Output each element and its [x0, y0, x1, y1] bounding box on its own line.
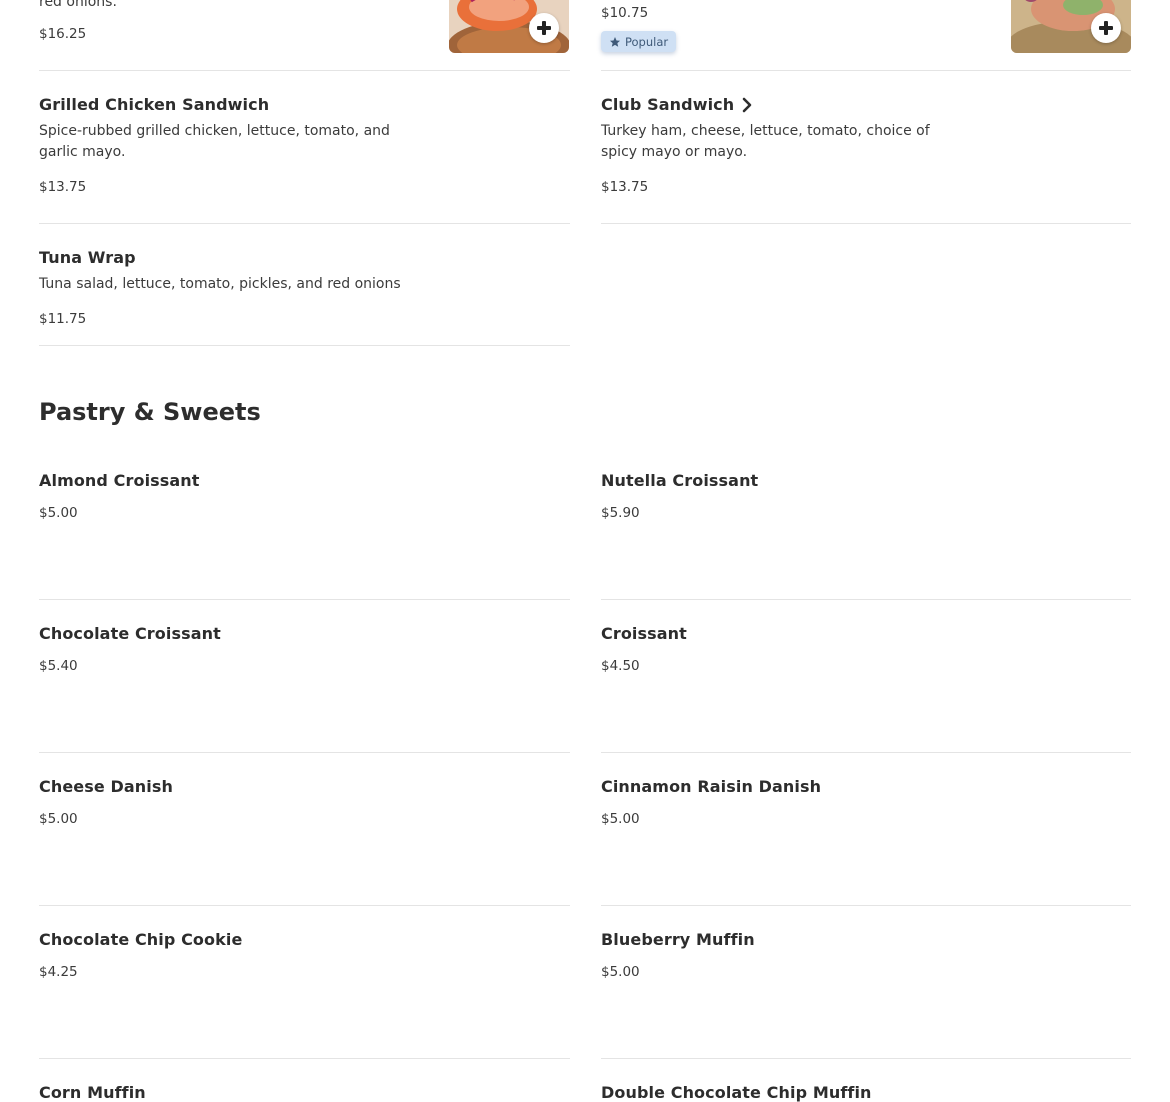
- menu-item-price: $5.90: [601, 505, 640, 521]
- menu-item[interactable]: Cheese Danish $5.00: [39, 753, 570, 906]
- menu-item-name: Grilled Chicken Sandwich: [39, 95, 270, 114]
- menu-item-price: $5.00: [601, 811, 640, 827]
- menu-item[interactable]: Double Chocolate Chip Muffin: [601, 1059, 1131, 1102]
- menu-item-name-row: Club Sandwich: [601, 95, 752, 114]
- menu-item-name: Double Chocolate Chip Muffin: [601, 1083, 872, 1102]
- plus-icon: [537, 21, 551, 35]
- menu-item-name: Chocolate Chip Cookie: [39, 930, 243, 949]
- menu-item-description: red onions.: [39, 0, 117, 10]
- menu-item[interactable]: Chocolate Croissant $5.40: [39, 600, 570, 753]
- menu-item[interactable]: Corn Muffin: [39, 1059, 570, 1102]
- add-to-cart-button[interactable]: [1091, 13, 1121, 43]
- menu-item[interactable]: Cinnamon Raisin Danish $5.00: [601, 753, 1131, 906]
- menu-item[interactable]: Chocolate Chip Cookie $4.25: [39, 906, 570, 1059]
- divider: [601, 223, 1131, 224]
- menu-item-price: $13.75: [39, 179, 87, 195]
- menu-item-price: $4.25: [39, 964, 78, 980]
- menu-item-price: $5.00: [39, 505, 78, 521]
- menu-item[interactable]: Club Sandwich Turkey ham, cheese, lettuc…: [601, 71, 1131, 224]
- menu-item[interactable]: Grilled Chicken Sandwich Spice-rubbed gr…: [39, 71, 570, 224]
- menu-item-price: $10.75: [601, 5, 649, 21]
- menu-item-price: $16.25: [39, 26, 87, 42]
- menu-item-name: Nutella Croissant: [601, 471, 759, 490]
- menu-item-name: Chocolate Croissant: [39, 624, 221, 643]
- popular-badge-label: Popular: [625, 34, 669, 49]
- menu-item-name: Club Sandwich: [601, 95, 735, 114]
- menu-item-name: Croissant: [601, 624, 687, 643]
- menu-item[interactable]: Blueberry Muffin $5.00: [601, 906, 1131, 1059]
- menu-item-name: Corn Muffin: [39, 1083, 146, 1102]
- menu-item-partial-left[interactable]: red onions. $16.25: [39, 0, 570, 71]
- menu-item-name: Cinnamon Raisin Danish: [601, 777, 822, 796]
- popular-badge: Popular: [601, 31, 677, 52]
- menu-item-price: $5.40: [39, 658, 78, 674]
- chevron-right-icon: [742, 97, 752, 112]
- star-icon: [610, 36, 620, 47]
- section-title: Pastry & Sweets: [39, 398, 261, 426]
- menu-item-name: Cheese Danish: [39, 777, 173, 796]
- divider: [39, 345, 570, 346]
- plus-icon: [1099, 21, 1113, 35]
- menu-item-description: Tuna salad, lettuce, tomato, pickles, an…: [39, 276, 401, 292]
- menu-item-name: Tuna Wrap: [39, 248, 136, 267]
- menu-item-name: Blueberry Muffin: [601, 930, 755, 949]
- menu-item-price: $5.00: [601, 964, 640, 980]
- menu-item-description: Spice-rubbed grilled chicken, lettuce, t…: [39, 123, 390, 160]
- menu-item[interactable]: Nutella Croissant $5.90: [601, 447, 1131, 600]
- menu-item-price: $13.75: [601, 179, 649, 195]
- menu-item[interactable]: Almond Croissant $5.00: [39, 447, 570, 600]
- add-to-cart-button[interactable]: [529, 13, 559, 43]
- menu-item-description: Turkey ham, cheese, lettuce, tomato, cho…: [601, 123, 930, 160]
- menu-item-price: $4.50: [601, 658, 640, 674]
- menu-item-price: $5.00: [39, 811, 78, 827]
- menu-item-partial-right[interactable]: $10.75 Popular: [601, 0, 1131, 71]
- menu-item-price: $11.75: [39, 311, 87, 327]
- menu-item-name: Almond Croissant: [39, 471, 200, 490]
- menu-item[interactable]: Croissant $4.50: [601, 600, 1131, 753]
- menu-item[interactable]: Tuna Wrap Tuna salad, lettuce, tomato, p…: [39, 224, 570, 346]
